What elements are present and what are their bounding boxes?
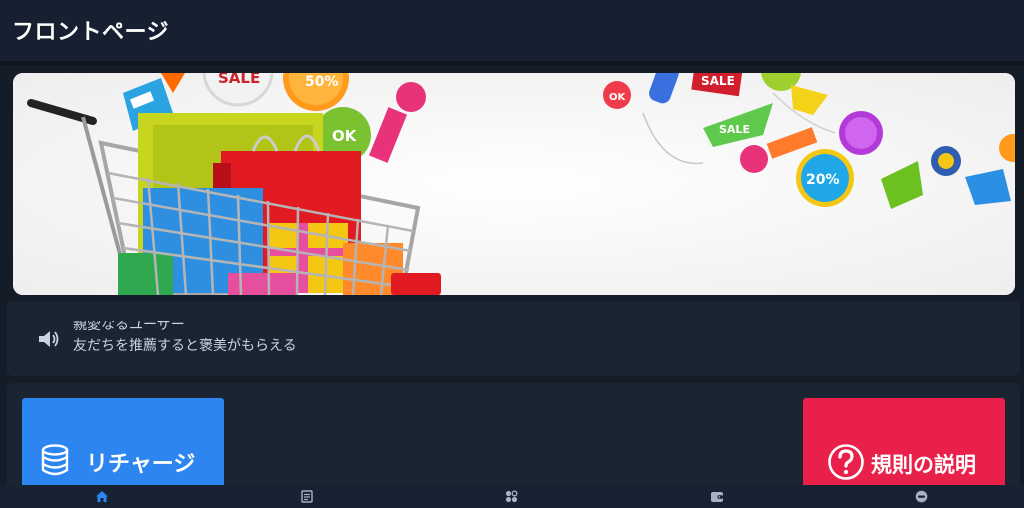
speaker-icon <box>39 331 59 347</box>
bottom-tab-bar <box>0 485 1024 508</box>
rules-label: 規則の説明 <box>871 453 976 477</box>
tab-orders[interactable] <box>205 485 410 508</box>
action-panel: リチャージ 規則の説明 <box>7 383 1020 498</box>
tab-apps[interactable] <box>410 485 615 508</box>
ok-text-1: OK <box>332 127 358 145</box>
question-circle-icon <box>828 444 864 480</box>
notice-ticker: 親愛なるユーザー 友だちを推薦すると褒美がもらえる <box>73 321 493 353</box>
recharge-label: リチャージ <box>86 452 196 477</box>
database-icon <box>41 444 69 476</box>
sale-text-3: SALE <box>719 123 750 136</box>
top-header: フロントページ <box>0 0 1024 61</box>
sale-text-1: SALE <box>218 73 260 87</box>
recharge-button[interactable]: リチャージ <box>22 398 224 498</box>
tab-wallet[interactable] <box>614 485 819 508</box>
sale-text-2: SALE <box>701 74 735 88</box>
discount-50-text: 50% <box>305 74 339 90</box>
shopping-banner-image: SALE 50% OK SALE OK SALE 20% <box>13 73 1015 295</box>
notice-line-1: 親愛なるユーザー <box>73 321 185 333</box>
apps-icon <box>506 490 518 503</box>
wallet-icon <box>710 491 723 502</box>
header-divider <box>0 61 1024 65</box>
ok-text-2: OK <box>609 92 627 103</box>
notice-line-2: 友だちを推薦すると褒美がもらえる <box>73 338 297 353</box>
list-icon <box>301 490 313 503</box>
page-title: フロントページ <box>12 20 170 45</box>
page: フロントページ SALE 50% OK SALE OK SALE 20% 親愛な… <box>0 0 1024 508</box>
home-icon <box>96 491 109 502</box>
notice-bar: 親愛なるユーザー 友だちを推薦すると褒美がもらえる <box>7 301 1020 376</box>
discount-20-text: 20% <box>806 172 840 188</box>
profile-icon <box>915 490 928 503</box>
tab-profile[interactable] <box>819 485 1024 508</box>
tab-home[interactable] <box>0 485 205 508</box>
rules-button[interactable]: 規則の説明 <box>803 398 1005 498</box>
promo-banner[interactable]: SALE 50% OK SALE OK SALE 20% <box>13 73 1015 295</box>
